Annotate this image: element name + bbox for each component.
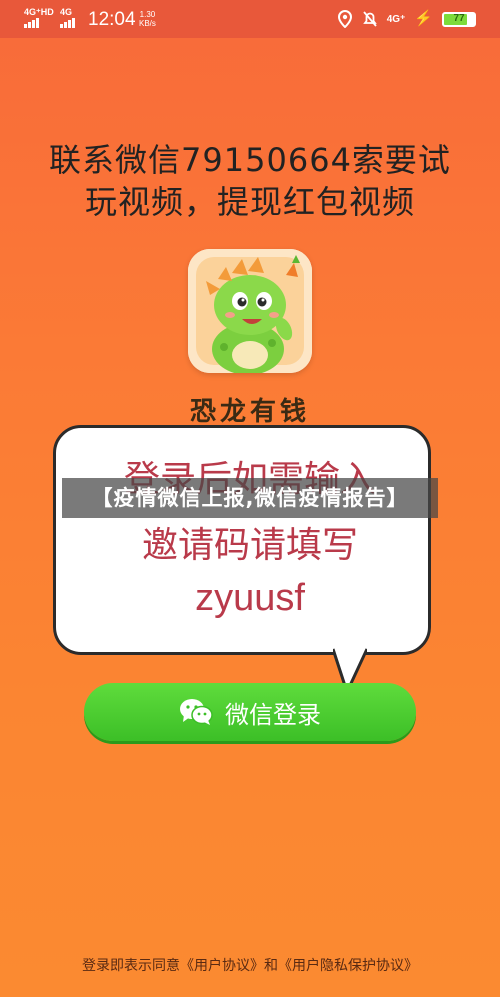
app-name: 恐龙有钱 bbox=[189, 397, 310, 427]
signal-bars-icon bbox=[24, 18, 39, 28]
invite-code: zyuusf bbox=[195, 577, 305, 619]
battery-percent: 77 bbox=[453, 12, 465, 24]
clock: 12:04 bbox=[88, 9, 136, 30]
network-label-2: 4G bbox=[60, 7, 73, 17]
status-icons: 4G⁺ ⚡ 77 bbox=[337, 10, 476, 28]
location-icon bbox=[337, 10, 352, 28]
bubble-line-2: 邀请码请填写 bbox=[141, 525, 358, 566]
signal-bars-icon bbox=[60, 18, 75, 28]
headline-line-2: 玩视频，提现红包视频 bbox=[84, 183, 415, 221]
battery-indicator: 77 bbox=[442, 11, 476, 27]
agreement-text[interactable]: 登录即表示同意《用户协议》和《用户隐私保护协议》 bbox=[0, 955, 500, 975]
network-label-1: 4G⁺HD bbox=[24, 7, 54, 17]
headline-line-1: 联系微信79150664索要试 bbox=[49, 141, 451, 179]
mute-bell-icon bbox=[362, 11, 377, 27]
dinosaur-mascot-icon bbox=[188, 249, 312, 373]
network-label-3: 4G⁺ bbox=[386, 13, 406, 25]
status-bar: 4G⁺HD 4G 12:04 1.30 KB/s 4G⁺ ⚡ 77 bbox=[0, 0, 500, 38]
wechat-login-label: 微信登录 bbox=[225, 700, 321, 729]
overlay-title-banner: 【疫情微信上报,微信疫情报告】 bbox=[62, 478, 438, 518]
speed-unit: KB/s bbox=[139, 19, 156, 28]
wechat-icon bbox=[180, 699, 213, 725]
charging-icon: ⚡ bbox=[414, 10, 433, 27]
wechat-login-button[interactable]: 微信登录 bbox=[84, 683, 416, 741]
speed-value: 1.30 bbox=[139, 10, 156, 19]
network-speed: 1.30 KB/s bbox=[139, 10, 156, 28]
